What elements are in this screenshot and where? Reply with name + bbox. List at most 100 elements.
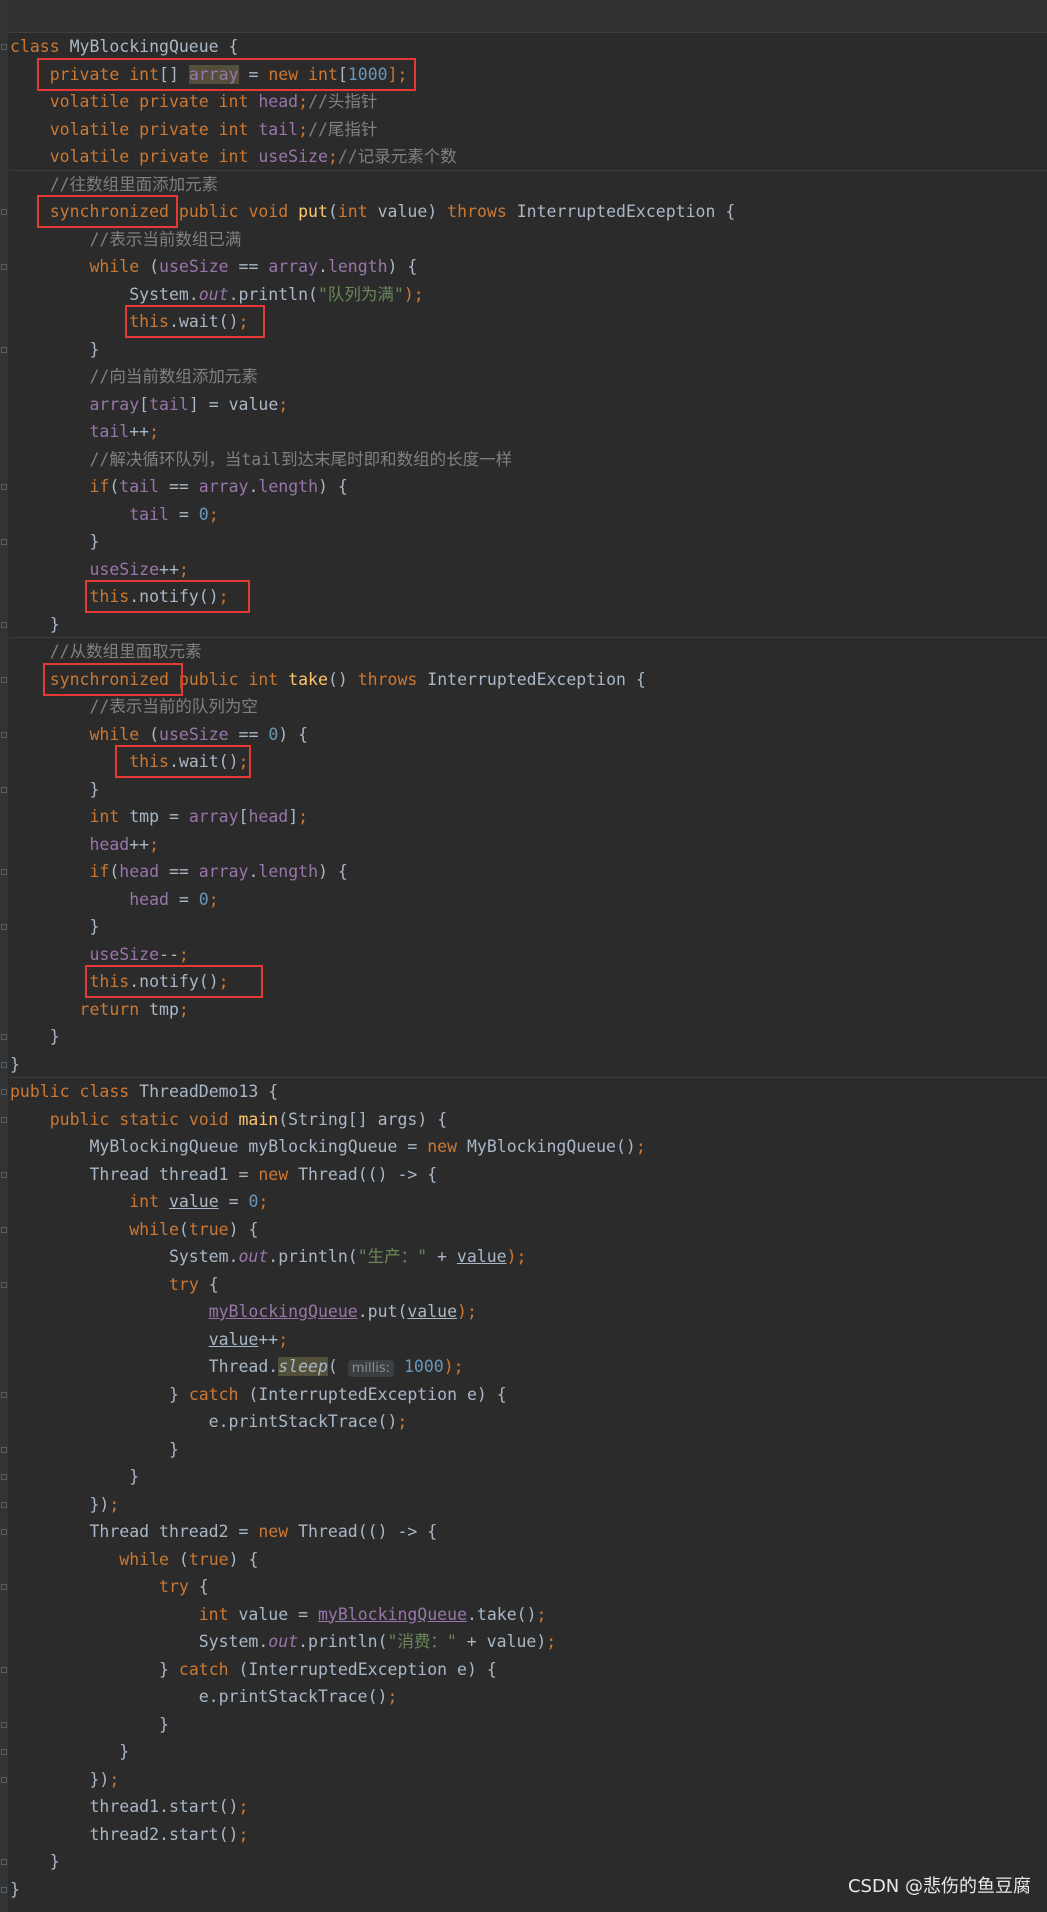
fold-marker-icon[interactable]	[1, 1034, 7, 1040]
code-line[interactable]: volatile private int head;//头指针	[10, 88, 378, 115]
code-line[interactable]: }	[10, 1738, 129, 1765]
code-line[interactable]: }	[10, 1023, 60, 1050]
code-line[interactable]: Thread thread1 = new Thread(() -> {	[10, 1161, 437, 1188]
code-line[interactable]: public class ThreadDemo13 {	[10, 1078, 278, 1105]
code-line[interactable]: }	[10, 1848, 60, 1875]
code-line[interactable]: //向当前数组添加元素	[10, 363, 257, 390]
code-line[interactable]: private int[] array = new int[1000];	[10, 61, 407, 88]
fold-marker-icon[interactable]	[1, 346, 7, 353]
code-line[interactable]: synchronized public void put(int value) …	[10, 198, 736, 225]
fold-marker-icon[interactable]	[1, 484, 7, 490]
code-line[interactable]: //表示当前数组已满	[10, 226, 241, 253]
code-line[interactable]: synchronized public int take() throws In…	[10, 666, 646, 693]
code-line[interactable]: //往数组里面添加元素	[10, 171, 218, 198]
code-line[interactable]: this.notify();	[10, 968, 228, 995]
code-line[interactable]: e.printStackTrace();	[10, 1408, 408, 1435]
code-line[interactable]: } catch (InterruptedException e) {	[10, 1381, 507, 1408]
fold-marker-icon[interactable]	[1, 44, 7, 50]
fold-marker-icon[interactable]	[1, 1529, 7, 1535]
code-line[interactable]: this.wait();	[10, 308, 248, 335]
code-line[interactable]: e.printStackTrace();	[10, 1683, 398, 1710]
code-line[interactable]: }	[10, 776, 99, 803]
code-editor[interactable]: class MyBlockingQueue { private int[] ar…	[0, 0, 1047, 1912]
code-line[interactable]: tail = 0;	[10, 501, 218, 528]
code-line[interactable]: head = 0;	[10, 886, 218, 913]
code-line[interactable]: });	[10, 1491, 119, 1518]
code-line[interactable]: int value = 0;	[10, 1188, 268, 1215]
code-line[interactable]: try {	[10, 1573, 209, 1600]
code-line[interactable]: useSize--;	[10, 941, 188, 968]
code-line[interactable]: thread2.start();	[10, 1821, 248, 1848]
fold-marker-icon[interactable]	[1, 1281, 7, 1288]
code-line[interactable]: try {	[10, 1271, 219, 1298]
fold-marker-icon[interactable]	[1, 1584, 7, 1590]
fold-marker-icon[interactable]	[1, 209, 7, 215]
code-line[interactable]: Thread.sleep( millis: 1000);	[10, 1353, 464, 1380]
code-line[interactable]: }	[10, 611, 60, 638]
code-line[interactable]: volatile private int useSize;//记录元素个数	[10, 143, 457, 170]
code-line[interactable]: MyBlockingQueue myBlockingQueue = new My…	[10, 1133, 645, 1160]
fold-marker-icon[interactable]	[1, 869, 7, 875]
code-line[interactable]: volatile private int tail;//尾指针	[10, 116, 378, 143]
fold-marker-icon[interactable]	[1, 676, 7, 683]
code-line[interactable]: value++;	[10, 1326, 288, 1353]
code-line[interactable]: //从数组里面取元素	[10, 638, 202, 665]
code-line[interactable]: if(head == array.length) {	[10, 858, 347, 885]
fold-marker-icon[interactable]	[1, 264, 7, 270]
code-line[interactable]: //表示当前的队列为空	[10, 693, 257, 720]
fold-marker-icon[interactable]	[1, 786, 7, 793]
code-line[interactable]: head++;	[10, 831, 159, 858]
code-line[interactable]: tail++;	[10, 418, 159, 445]
code-line[interactable]: }	[10, 336, 99, 363]
fold-marker-icon[interactable]	[1, 539, 7, 545]
fold-marker-icon[interactable]	[1, 924, 7, 930]
code-line[interactable]: while(true) {	[10, 1216, 258, 1243]
code-line[interactable]: } catch (InterruptedException e) {	[10, 1656, 497, 1683]
fold-marker-icon[interactable]	[1, 1666, 7, 1673]
code-line[interactable]: int value = myBlockingQueue.take();	[10, 1601, 547, 1628]
fold-marker-icon[interactable]	[1, 1391, 7, 1398]
code-line[interactable]: Thread thread2 = new Thread(() -> {	[10, 1518, 437, 1545]
fold-marker-icon[interactable]	[1, 1749, 7, 1755]
fold-marker-icon[interactable]	[1, 1089, 7, 1095]
code-line[interactable]: }	[10, 1711, 169, 1738]
fold-marker-icon[interactable]	[1, 1776, 7, 1783]
fold-marker-icon[interactable]	[1, 1886, 7, 1893]
fold-marker-icon[interactable]	[1, 1446, 7, 1453]
code-line[interactable]: }	[10, 1436, 179, 1463]
code-line[interactable]: this.wait();	[10, 748, 248, 775]
fold-marker-icon[interactable]	[1, 1116, 7, 1123]
code-line[interactable]: System.out.println("消费：" + value);	[10, 1628, 556, 1655]
code-line[interactable]: }	[10, 1876, 20, 1903]
code-line[interactable]: array[tail] = value;	[10, 391, 288, 418]
fold-marker-icon[interactable]	[1, 1226, 7, 1233]
code-line[interactable]: //解决循环队列，当tail到达末尾时即和数组的长度一样	[10, 446, 512, 473]
code-line[interactable]: public static void main(String[] args) {	[10, 1106, 447, 1133]
code-line[interactable]: });	[10, 1766, 119, 1793]
fold-marker-icon[interactable]	[1, 731, 7, 738]
code-line[interactable]: int tmp = array[head];	[10, 803, 308, 830]
fold-marker-icon[interactable]	[1, 1501, 7, 1508]
fold-marker-icon[interactable]	[1, 1061, 7, 1068]
code-line[interactable]: }	[10, 1463, 139, 1490]
fold-marker-icon[interactable]	[1, 1859, 7, 1865]
fold-marker-icon[interactable]	[1, 1474, 7, 1480]
code-line[interactable]: while (true) {	[10, 1546, 258, 1573]
fold-marker-icon[interactable]	[1, 1721, 7, 1728]
fold-marker-icon[interactable]	[1, 1171, 7, 1178]
code-line[interactable]: myBlockingQueue.put(value);	[10, 1298, 477, 1325]
code-line[interactable]: class MyBlockingQueue {	[10, 33, 238, 60]
code-line[interactable]: if(tail == array.length) {	[10, 473, 347, 500]
code-line[interactable]: this.notify();	[10, 583, 228, 610]
code-line[interactable]: while (useSize == 0) {	[10, 721, 308, 748]
code-line[interactable]: }	[10, 1051, 20, 1078]
code-line[interactable]: }	[10, 913, 99, 940]
code-line[interactable]: useSize++;	[10, 556, 188, 583]
code-line[interactable]: }	[10, 528, 99, 555]
code-line[interactable]: System.out.println("生产：" + value);	[10, 1243, 527, 1270]
code-line[interactable]: return tmp;	[10, 996, 189, 1023]
code-line[interactable]: while (useSize == array.length) {	[10, 253, 417, 280]
code-line[interactable]: thread1.start();	[10, 1793, 248, 1820]
fold-marker-icon[interactable]	[1, 621, 7, 628]
code-line[interactable]: System.out.println("队列为满");	[10, 281, 424, 308]
